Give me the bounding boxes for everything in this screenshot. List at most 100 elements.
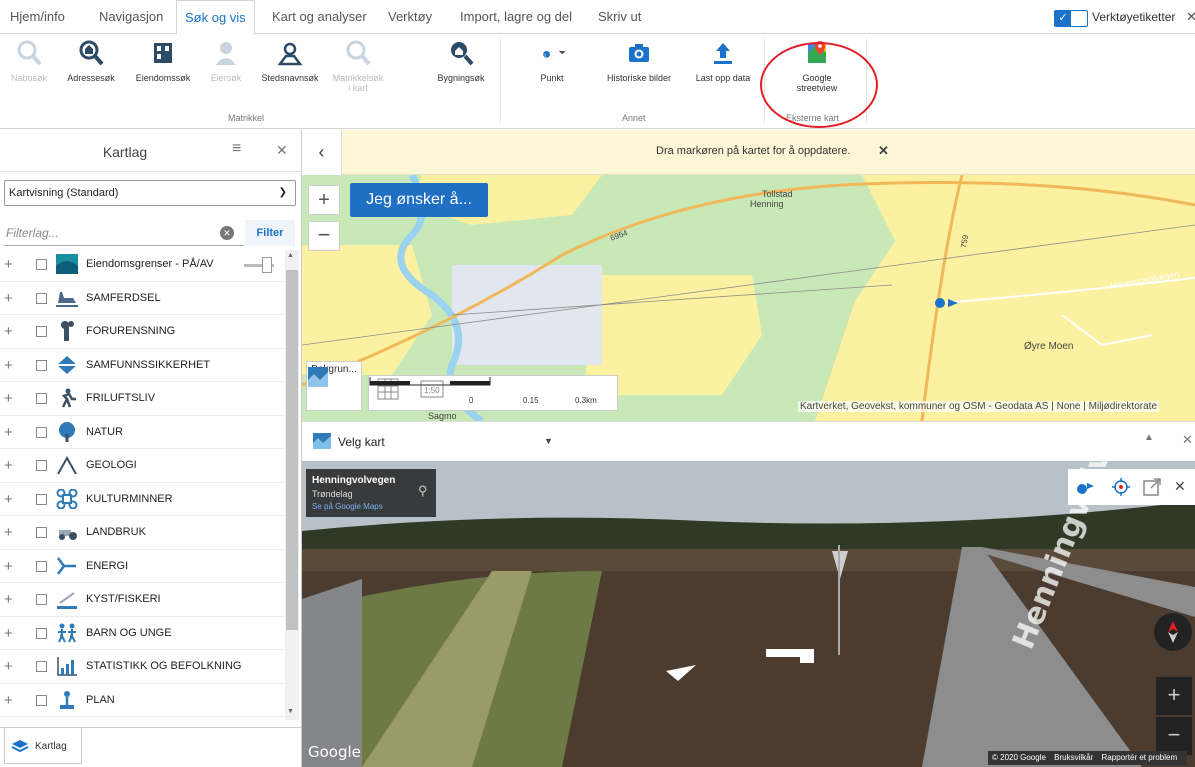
zoom-in-button[interactable]: + <box>308 185 340 215</box>
expand-icon[interactable]: + <box>4 658 13 675</box>
close-icon[interactable]: ✕ <box>1174 478 1186 495</box>
scrollbar-thumb[interactable] <box>286 270 298 630</box>
expand-icon[interactable]: + <box>4 491 13 508</box>
list-item[interactable]: + BARN OG UNGE <box>0 617 284 650</box>
close-icon[interactable]: ✕ <box>276 142 288 159</box>
close-icon[interactable]: ✕ <box>878 143 889 159</box>
tab-import-lagre-og-del[interactable]: Import, lagre og del <box>452 0 580 34</box>
streetview-footer: © 2020 Google Bruksvilkår Rapportér et p… <box>988 751 1188 765</box>
menu-icon[interactable]: ≡ <box>232 140 241 158</box>
terms-link[interactable]: Bruksvilkår <box>1054 753 1093 762</box>
zoom-out-button[interactable]: − <box>308 221 340 251</box>
tab-kartlag[interactable]: Kartlag <box>4 728 82 764</box>
list-item[interactable]: + KULTURMINNER <box>0 483 284 516</box>
layer-checkbox[interactable] <box>36 426 47 438</box>
adressesok-button[interactable]: Adressesøk <box>62 39 120 83</box>
outdoor-life-icon <box>61 388 76 408</box>
punkt-button[interactable]: i Punkt <box>520 39 584 83</box>
tab-skriv-ut[interactable]: Skriv ut <box>590 0 649 34</box>
list-item[interactable]: + KYST/FISKERI <box>0 583 284 617</box>
tab-navigasjon[interactable]: Navigasjon <box>91 0 171 34</box>
expand-icon[interactable]: + <box>4 256 13 273</box>
close-icon[interactable]: ✕ <box>1186 9 1195 25</box>
list-item[interactable]: + FORURENSNING <box>0 315 284 349</box>
layer-checkbox[interactable] <box>36 493 47 505</box>
crosshair-icon[interactable] <box>1110 477 1132 497</box>
expand-icon[interactable]: + <box>4 457 13 474</box>
layer-checkbox[interactable] <box>36 560 47 572</box>
list-item[interactable]: + FRILUFTSLIV <box>0 382 284 416</box>
list-item[interactable]: + PLAN <box>0 684 284 717</box>
map-view[interactable]: Tollstad Henning Øyre Moen Henningvolveg… <box>302 175 1195 421</box>
background-map-button[interactable]: Bakgrun... <box>306 361 362 411</box>
building-search-icon <box>451 42 474 66</box>
list-item[interactable]: + GEOLOGI <box>0 449 284 483</box>
chevron-down-icon[interactable]: ▼ <box>544 436 553 446</box>
i-want-to-button[interactable]: Jeg ønsker å... <box>350 183 488 217</box>
chevron-up-icon[interactable]: ▲ <box>287 252 294 259</box>
layer-checkbox[interactable] <box>36 292 47 304</box>
report-problem-link[interactable]: Rapportér et problem <box>1102 753 1178 762</box>
location-marker[interactable] <box>935 298 945 308</box>
streetview-zoom-in-button[interactable]: + <box>1156 677 1192 715</box>
layer-list-scrollbar[interactable]: ▲ ▼ <box>285 250 299 720</box>
compass-icon[interactable] <box>1154 613 1192 651</box>
last-opp-data-button[interactable]: Last opp data <box>690 39 756 83</box>
streetview-zoom-out-button[interactable]: − <box>1156 717 1192 755</box>
tab-sok-og-vis[interactable]: Søk og vis <box>176 0 255 35</box>
eiendomssok-button[interactable]: Eiendomssøk <box>132 39 194 83</box>
layer-checkbox[interactable] <box>36 326 47 337</box>
layer-checkbox[interactable] <box>36 627 47 639</box>
tab-hjem-info[interactable]: Hjem/info <box>2 0 73 34</box>
expand-icon[interactable]: + <box>4 323 13 340</box>
list-item[interactable]: + SAMFUNNSSIKKERHET <box>0 349 284 382</box>
filter-input[interactable]: Filterlag... <box>4 220 244 246</box>
layer-checkbox[interactable] <box>36 661 47 672</box>
layer-checkbox[interactable] <box>36 527 47 538</box>
external-link-icon[interactable] <box>1142 477 1162 497</box>
expand-icon[interactable]: + <box>4 692 13 709</box>
tab-verktoy[interactable]: Verktøy <box>380 0 440 34</box>
layer-checkbox[interactable] <box>36 259 47 270</box>
open-in-google-maps-link[interactable]: Se på Google Maps <box>312 502 383 511</box>
expand-icon[interactable]: + <box>4 625 13 642</box>
layer-checkbox[interactable] <box>36 694 47 706</box>
location-icon[interactable] <box>1074 477 1096 497</box>
layer-checkbox[interactable] <box>36 460 47 471</box>
streetview-panel[interactable]: Henningvolv Henningvolvegen Trøndelag Se… <box>302 461 1195 767</box>
list-item[interactable]: + ENERGI <box>0 550 284 583</box>
historiske-bilder-button[interactable]: Historiske bilder <box>600 39 678 83</box>
stedsnavnsok-button[interactable]: Stedsnavnsøk <box>256 39 324 83</box>
layer-checkbox[interactable] <box>36 594 47 605</box>
expand-icon[interactable]: + <box>4 290 13 307</box>
toolbar-labels-toggle[interactable]: ✓ <box>1054 10 1088 27</box>
eiersok-button[interactable]: Eiersøk <box>206 39 246 83</box>
list-item[interactable]: + SAMFERDSEL <box>0 282 284 315</box>
expand-icon[interactable]: + <box>4 524 13 541</box>
expand-icon[interactable]: + <box>4 558 13 575</box>
map-picker-label[interactable]: Velg kart <box>338 435 385 449</box>
clear-icon[interactable]: ✕ <box>220 226 234 240</box>
chevron-down-icon[interactable]: ▼ <box>287 708 294 715</box>
list-item[interactable]: + STATISTIKK OG BEFOLKNING <box>0 650 284 684</box>
expand-icon[interactable]: + <box>4 390 13 407</box>
close-icon[interactable]: ✕ <box>1182 432 1193 448</box>
expand-icon[interactable]: + <box>4 424 13 441</box>
collapse-panel-button[interactable]: ‹ <box>302 130 342 175</box>
expand-icon[interactable]: + <box>4 591 13 608</box>
layer-checkbox[interactable] <box>36 359 47 371</box>
map-view-select[interactable]: Kartvisning (Standard) ❯ <box>4 180 296 206</box>
tab-kart-og-analyser[interactable]: Kart og analyser <box>264 0 375 34</box>
minimize-icon[interactable]: ▲ <box>1144 432 1154 443</box>
list-item[interactable]: + NATUR <box>0 416 284 449</box>
filter-button[interactable]: Filter <box>245 220 295 246</box>
list-item[interactable]: + LANDBRUK <box>0 516 284 550</box>
slider-handle[interactable] <box>262 257 272 273</box>
matrikkelsok-i-kart-button[interactable]: Matrikkelsøk i kart <box>332 39 384 93</box>
list-item[interactable]: + Eiendomsgrenser - PÅ/AV <box>0 248 284 282</box>
nabosok-button[interactable]: Nabosøk <box>8 39 50 83</box>
layer-checkbox[interactable] <box>36 393 47 404</box>
expand-icon[interactable]: + <box>4 357 13 374</box>
bygningsok-button[interactable]: Bygningsøk <box>430 39 492 83</box>
pin-icon[interactable]: ⚲ <box>418 483 428 499</box>
